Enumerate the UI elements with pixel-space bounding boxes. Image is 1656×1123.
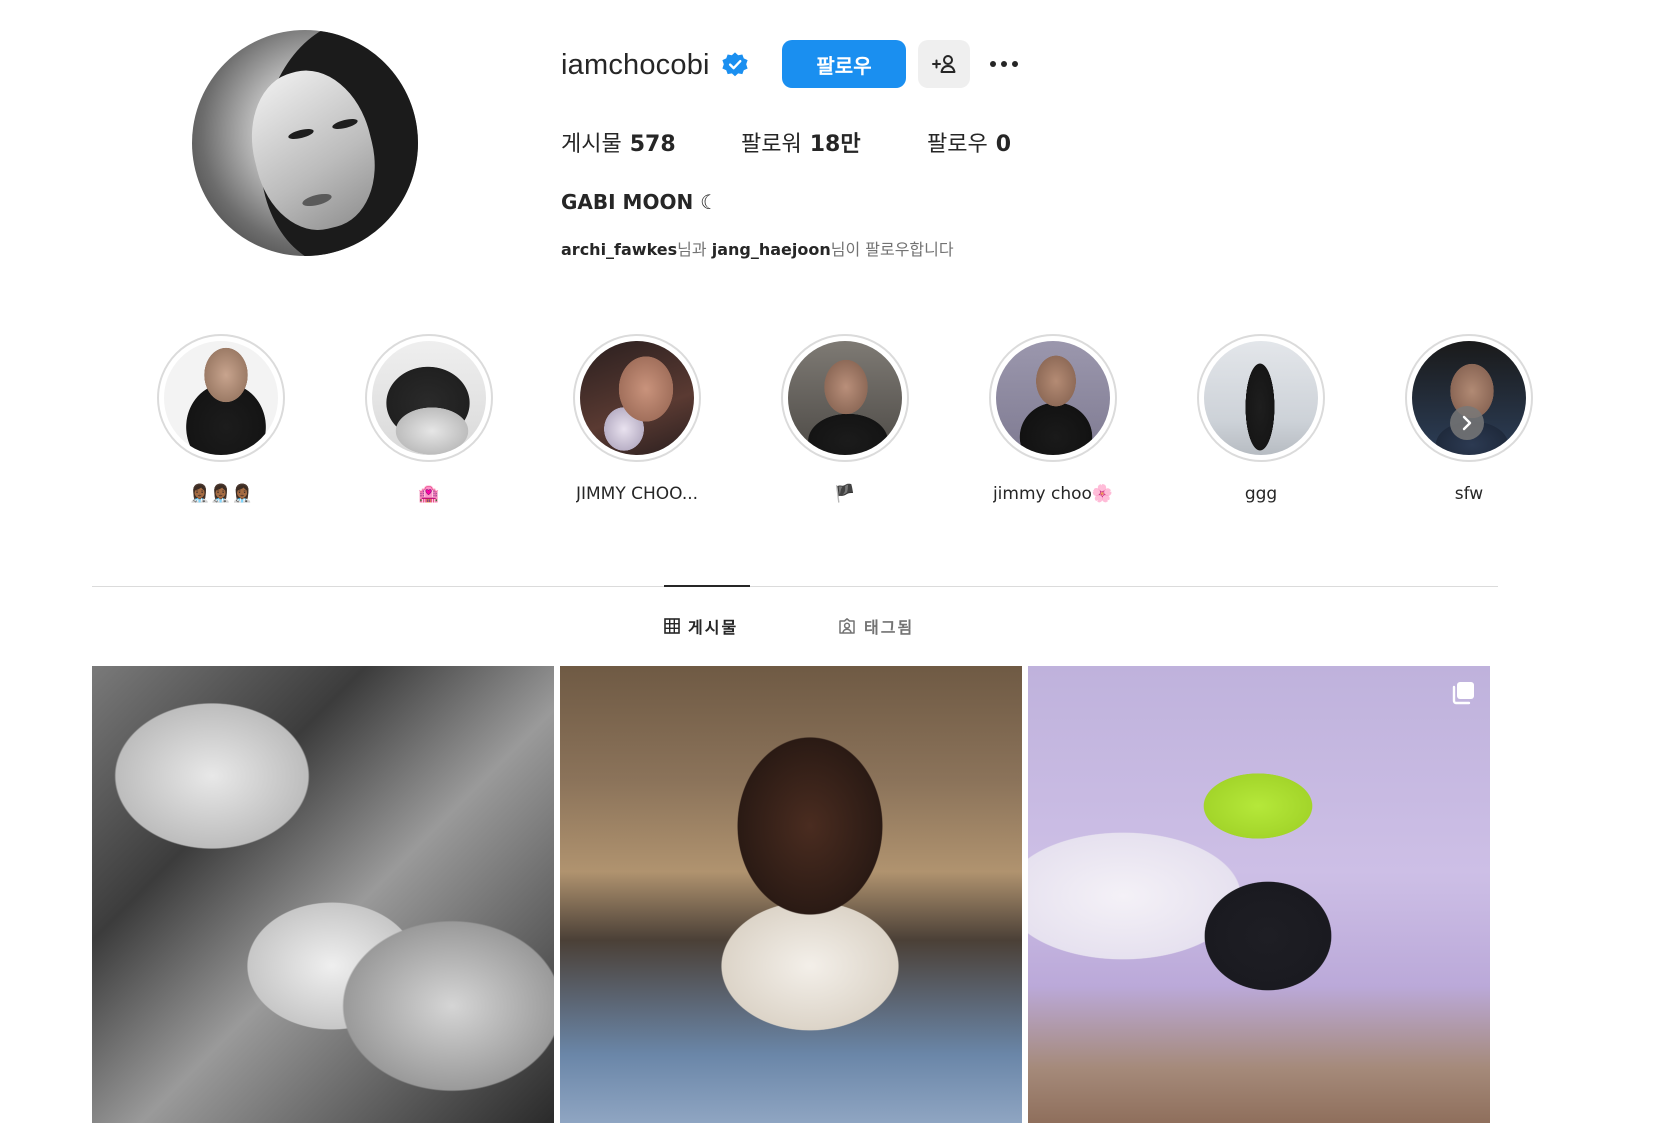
profile-stats: 게시물 578 팔로워 18만 팔로우 0 xyxy=(561,126,1011,158)
tab-tagged-label: 태그됨 xyxy=(864,618,915,637)
add-person-icon xyxy=(932,55,956,73)
highlight-cover xyxy=(996,341,1110,455)
highlight-item[interactable]: 👩🏾‍⚕️👩🏾‍⚕️👩🏾‍⚕️ xyxy=(156,334,286,506)
highlight-label: JIMMY CHOO... xyxy=(575,484,699,504)
tab-posts[interactable]: 게시물 xyxy=(664,614,738,638)
highlights-next-button[interactable] xyxy=(1450,406,1484,440)
followed-by-suffix: 님이 팔로우합니다 xyxy=(830,240,954,259)
tab-tagged[interactable]: 태그됨 xyxy=(838,614,914,638)
chevron-right-icon xyxy=(1462,415,1472,431)
multiple-photos-icon xyxy=(1452,682,1474,705)
highlight-item[interactable]: jimmy choo🌸 xyxy=(988,334,1118,506)
highlight-label: 🏩 xyxy=(418,484,440,504)
posts-label: 게시물 xyxy=(561,132,622,157)
following-label: 팔로우 xyxy=(927,132,988,157)
posts-count[interactable]: 게시물 578 xyxy=(561,126,741,158)
highlight-item[interactable]: JIMMY CHOO... xyxy=(572,334,702,506)
followers-value: 18만 xyxy=(809,132,861,157)
highlight-item[interactable]: ggg xyxy=(1196,334,1326,506)
post-thumbnail[interactable] xyxy=(92,666,554,1123)
profile-avatar[interactable] xyxy=(192,30,418,256)
highlight-cover xyxy=(372,341,486,455)
following-count[interactable]: 팔로우 0 xyxy=(927,126,1011,158)
tabs-divider xyxy=(92,586,1498,587)
highlight-label: sfw xyxy=(1454,484,1484,504)
highlight-label: jimmy choo🌸 xyxy=(992,484,1114,504)
username-row: iamchocobi xyxy=(561,40,750,90)
highlight-cover xyxy=(580,341,694,455)
post-thumbnail[interactable] xyxy=(560,666,1022,1123)
follow-button[interactable]: 팔로우 xyxy=(782,40,906,88)
followers-label: 팔로워 xyxy=(741,132,802,157)
tab-posts-label: 게시물 xyxy=(688,618,739,637)
story-highlights: 👩🏾‍⚕️👩🏾‍⚕️👩🏾‍⚕️ 🏩 JIMMY CHOO... 🏴 jimmy … xyxy=(156,334,1533,514)
highlight-label: 👩🏾‍⚕️👩🏾‍⚕️👩🏾‍⚕️ xyxy=(189,484,253,504)
following-value: 0 xyxy=(995,132,1012,157)
profile-username: iamchocobi xyxy=(561,48,710,81)
followed-by-text[interactable]: archi_fawkes님과 jang_haejoon님이 팔로우합니다 xyxy=(561,236,954,260)
followers-count[interactable]: 팔로워 18만 xyxy=(741,126,927,158)
followed-by-user-1[interactable]: archi_fawkes xyxy=(561,240,677,259)
followed-by-user-2[interactable]: jang_haejoon xyxy=(712,240,831,259)
highlight-cover xyxy=(1204,341,1318,455)
highlight-label: ggg xyxy=(1244,484,1278,504)
profile-full-name: GABI MOON ☾ xyxy=(561,190,719,214)
tagged-icon xyxy=(839,618,855,634)
post-thumbnail[interactable] xyxy=(1028,666,1490,1123)
active-tab-indicator xyxy=(664,585,750,587)
highlight-item[interactable]: 🏴 xyxy=(780,334,910,506)
posts-value: 578 xyxy=(629,132,676,157)
highlight-cover xyxy=(788,341,902,455)
followed-by-joiner: 님과 xyxy=(677,240,707,259)
highlight-cover xyxy=(164,341,278,455)
more-options-icon[interactable] xyxy=(982,44,1026,84)
suggested-users-button[interactable] xyxy=(918,40,970,88)
highlight-item[interactable]: 🏩 xyxy=(364,334,494,506)
grid-icon xyxy=(664,618,680,634)
verified-badge-icon xyxy=(720,50,750,80)
highlight-label: 🏴 xyxy=(834,484,856,504)
